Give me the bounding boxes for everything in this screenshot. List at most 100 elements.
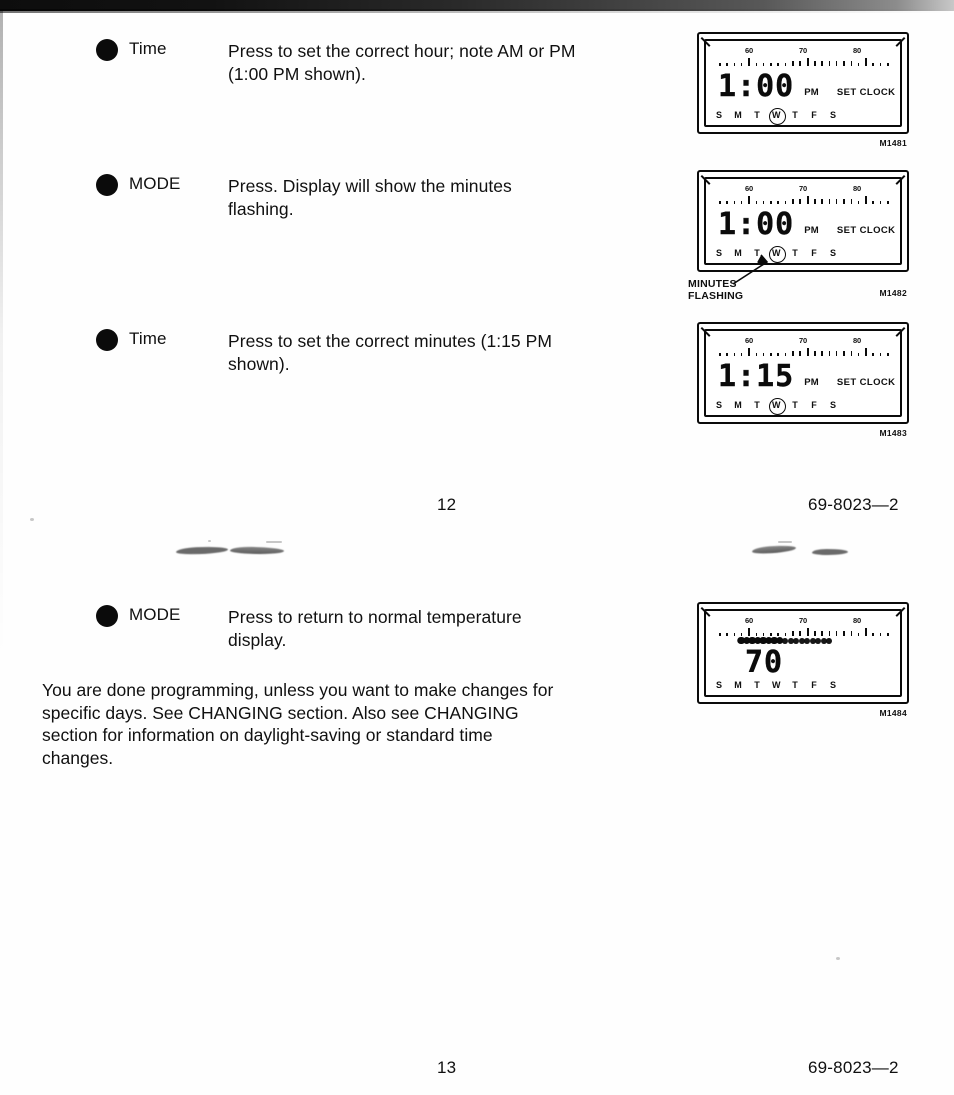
scale-minor-tick xyxy=(792,61,794,66)
scale-minor-tick xyxy=(850,61,853,66)
scale-minor-tick xyxy=(733,200,736,204)
day-letter: S xyxy=(829,110,836,120)
scale-major-tick xyxy=(806,348,809,356)
scale-minor-tick xyxy=(843,351,845,356)
day-letter: T xyxy=(792,400,798,410)
closing-paragraph: You are done programming, unless you wan… xyxy=(42,680,554,768)
scale-minor-tick xyxy=(755,352,758,356)
scan-smudge-artifact xyxy=(751,544,797,555)
day-letter-selected: W xyxy=(768,107,786,125)
scale-minor-tick xyxy=(872,62,874,66)
step-3-button-label: Time xyxy=(129,329,167,348)
scale-minor-tick xyxy=(828,61,831,66)
temperature-scale: 60 70 80 xyxy=(719,336,889,360)
button-dot-icon xyxy=(96,605,118,627)
step-3-text: Press to set the correct minutes (1:15 P… xyxy=(228,331,552,374)
scale-minor-tick xyxy=(799,199,801,204)
day-letter: T xyxy=(754,110,760,120)
day-letter: S xyxy=(715,680,722,690)
lcd-screen: 60 70 80 1:00 PM SET CLOCK S M TWT F S xyxy=(713,46,895,125)
scale-label-70: 70 xyxy=(799,46,807,55)
scale-label-80: 80 xyxy=(853,336,861,345)
step-4-text: Press to return to normal temperature di… xyxy=(228,607,522,650)
temperature-scale: 60 70 80 xyxy=(719,616,889,644)
day-of-week-row: SMTWTFS xyxy=(715,397,837,415)
figure-thermostat-4: 60 70 80 70 S M T W T F S M1484 xyxy=(693,602,913,718)
thermostat-display-bezel: 60 70 80 1:15 PM SET CLOCK S M TWT F S xyxy=(693,322,913,424)
scale-major-tick xyxy=(865,58,868,66)
ampm-indicator: PM xyxy=(804,377,819,388)
day-letter: S xyxy=(829,400,836,410)
scale-minor-tick xyxy=(835,61,838,66)
scan-speck xyxy=(30,518,34,521)
day-of-week-row: SMTWTFS xyxy=(715,678,837,692)
lcd-screen: 60 70 80 70 S M T W T F S xyxy=(713,616,895,692)
scale-minor-tick xyxy=(814,199,816,204)
scale-minor-tick xyxy=(719,62,721,66)
step-4-button-label: MODE xyxy=(129,605,181,624)
step-1-button: Time xyxy=(96,38,167,61)
scale-tick-row xyxy=(719,57,889,66)
scan-speck xyxy=(266,541,282,543)
scale-minor-tick xyxy=(887,200,889,204)
figure-code-label: M1481 xyxy=(879,138,907,148)
day-letter: T xyxy=(754,680,760,690)
form-number-bottom: 69-8023—2 xyxy=(808,1058,899,1077)
bar-graph-dot xyxy=(826,637,832,644)
scale-minor-tick xyxy=(726,62,728,66)
scale-major-tick xyxy=(748,58,751,66)
scale-minor-tick xyxy=(777,62,779,66)
scale-minor-tick xyxy=(719,352,721,356)
thermostat-display-bezel: 60 70 80 1:00 PM SET CLOCK S M TWT F S xyxy=(693,32,913,134)
scale-minor-tick xyxy=(799,351,801,356)
scale-minor-tick xyxy=(879,352,882,356)
scale-label-60: 60 xyxy=(745,184,753,193)
figure-code-label: M1484 xyxy=(879,708,907,718)
scale-minor-tick xyxy=(733,352,736,356)
scale-minor-tick xyxy=(784,62,787,66)
scale-label-70: 70 xyxy=(799,616,807,625)
scale-major-tick xyxy=(806,58,809,66)
mode-indicator: SET CLOCK xyxy=(836,377,896,388)
scale-label-60: 60 xyxy=(745,616,753,625)
scale-minor-tick xyxy=(762,200,765,204)
scale-minor-tick xyxy=(799,61,801,66)
scale-major-tick xyxy=(865,348,868,356)
scale-minor-tick xyxy=(792,351,794,356)
scale-label-80: 80 xyxy=(853,46,861,55)
scale-minor-tick xyxy=(814,351,816,356)
scale-minor-tick xyxy=(828,351,831,356)
day-letter: T xyxy=(792,680,798,690)
day-letter: S xyxy=(829,248,836,258)
scale-minor-tick xyxy=(784,200,787,204)
scale-minor-tick xyxy=(755,200,758,204)
scale-major-tick xyxy=(748,348,751,356)
scale-minor-tick xyxy=(828,199,831,204)
scale-minor-tick xyxy=(850,351,853,356)
scale-minor-tick xyxy=(792,199,794,204)
time-readout: 1:15 PM SET CLOCK xyxy=(718,361,896,392)
scale-minor-tick xyxy=(887,62,889,66)
figure-code-label: M1482 xyxy=(879,288,907,298)
scan-speck xyxy=(778,541,792,543)
scale-minor-tick xyxy=(843,199,845,204)
figure-thermostat-2: 60 70 80 1:00 PM SET CLOCK SMTWTFS MINUT… xyxy=(688,170,913,302)
scale-minor-tick xyxy=(770,62,772,66)
scale-minor-tick xyxy=(887,632,889,636)
temperature-scale: 60 70 80 xyxy=(719,184,889,208)
page-number-bottom: 13 xyxy=(437,1058,457,1077)
step-2-button-label: MODE xyxy=(129,174,181,193)
scale-minor-tick xyxy=(857,62,860,66)
step-2-text: Press. Display will show the minutes fla… xyxy=(228,176,512,219)
scale-minor-tick xyxy=(872,200,874,204)
scale-minor-tick xyxy=(733,62,736,66)
day-letter: F xyxy=(811,680,817,690)
scale-minor-tick xyxy=(762,352,765,356)
scale-minor-tick xyxy=(762,62,765,66)
day-letter: M xyxy=(734,110,742,120)
figure-thermostat-3: 60 70 80 1:15 PM SET CLOCK S M TWT F S M1483 xyxy=(693,322,913,438)
scale-major-tick xyxy=(748,196,751,204)
day-letter: T xyxy=(792,110,798,120)
scale-minor-tick xyxy=(835,351,838,356)
scale-minor-tick xyxy=(872,352,874,356)
